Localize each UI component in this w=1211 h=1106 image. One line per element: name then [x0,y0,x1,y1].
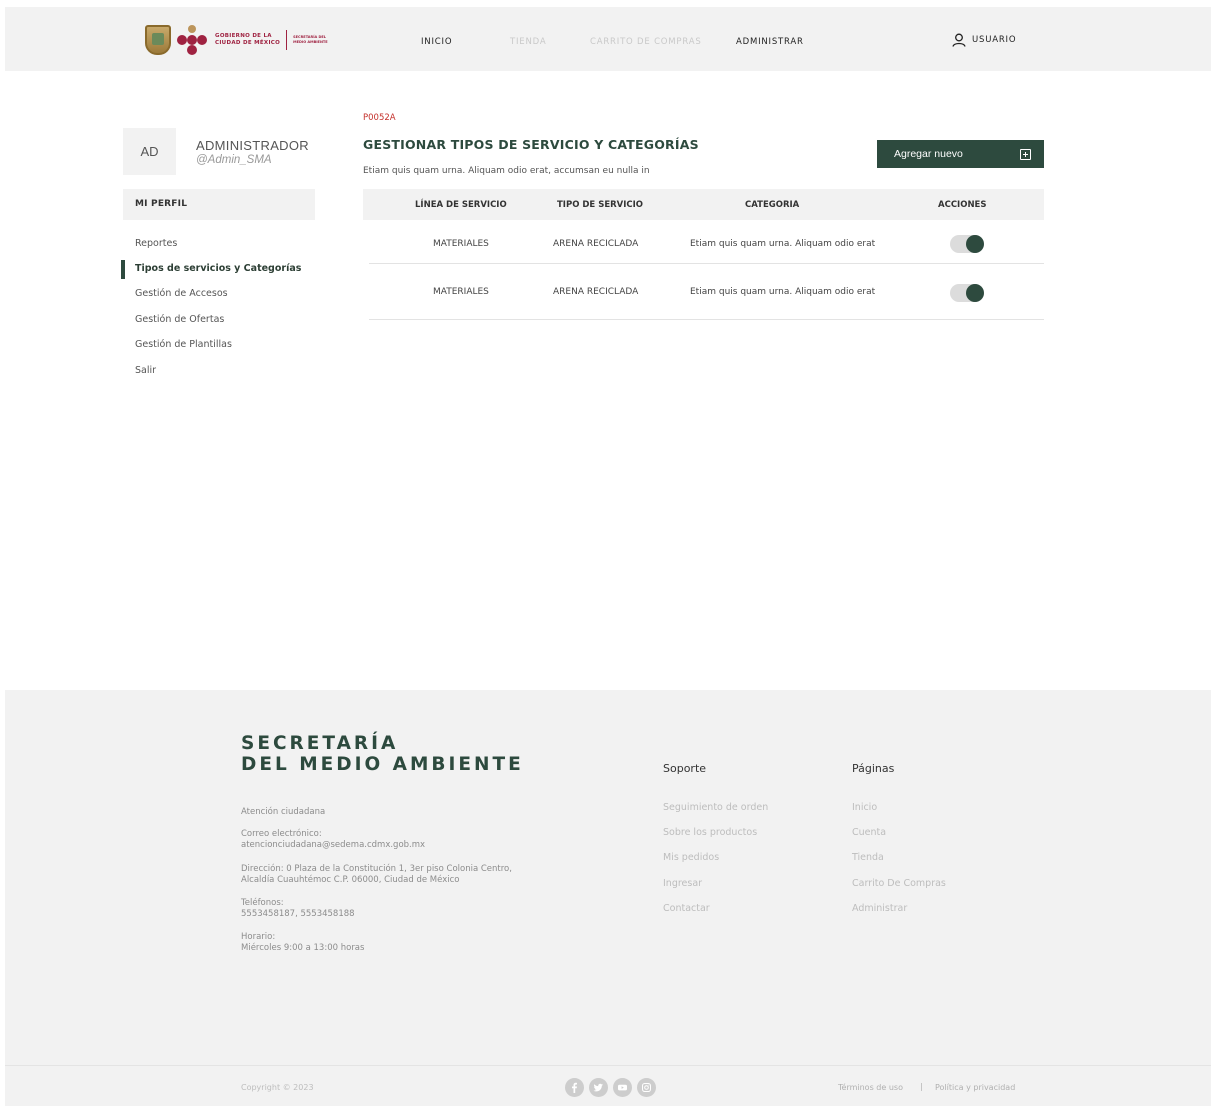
column-header-linea[interactable]: LÍNEA DE SERVICIO [415,200,507,210]
footer-email[interactable]: atencionciudadana@sedema.cdmx.gob.mx [241,840,425,850]
row-divider [369,263,1044,264]
government-logo[interactable]: GOBIERNO DE LA CIUDAD DE MÉXICO SECRETAR… [145,24,328,56]
nav-inicio[interactable]: INICIO [421,37,452,47]
page-title: GESTIONAR TIPOS DE SERVICIO Y CATEGORÍAS [363,137,699,152]
toggle-knob [966,284,984,302]
nav-carrito[interactable]: CARRITO DE COMPRAS [590,37,702,47]
avatar-initials: AD [140,144,159,159]
footer-link-inicio[interactable]: Inicio [852,802,877,813]
youtube-icon[interactable] [613,1078,632,1097]
footer-link-productos[interactable]: Sobre los productos [663,827,757,838]
logo-government-text: GOBIERNO DE LA CIUDAD DE MÉXICO [215,33,280,47]
footer-hours: Miércoles 9:00 a 13:00 horas [241,943,365,953]
coat-of-arms-icon [145,25,171,55]
toggle-knob [966,235,984,253]
table-header: LÍNEA DE SERVICIO TIPO DE SERVICIO CATEG… [363,189,1044,220]
cell-categoria: Etiam quis quam urna. Aliquam odio erat [690,239,876,249]
plus-square-icon [1020,149,1031,160]
column-header-categoria[interactable]: CATEGORIA [745,200,799,210]
legal-separator: | [920,1082,923,1091]
footer-link-contactar[interactable]: Contactar [663,903,710,914]
footer-support-title: Soporte [663,762,707,775]
footer-link-tienda[interactable]: Tienda [852,852,884,863]
column-header-acciones[interactable]: ACCIONES [938,200,987,210]
footer-link-ingresar[interactable]: Ingresar [663,878,702,889]
user-icon [952,33,966,47]
footer-title-line1: SECRETARÍA [241,733,399,754]
add-new-button[interactable]: Agregar nuevo [877,140,1044,168]
column-header-tipo[interactable]: TIPO DE SERVICIO [557,200,643,210]
privacy-link[interactable]: Política y privacidad [935,1083,1015,1092]
cell-linea: MATERIALES [433,287,489,297]
terms-link[interactable]: Términos de uso [838,1083,903,1092]
footer-email-label: Correo electrónico: [241,829,322,839]
add-new-label: Agregar nuevo [894,148,963,160]
sidebar-active-indicator [121,260,125,279]
footer-link-seguimiento[interactable]: Seguimiento de orden [663,802,768,813]
facebook-icon[interactable] [565,1078,584,1097]
twitter-icon[interactable] [589,1078,608,1097]
footer-attention: Atención ciudadana [241,807,326,817]
copyright: Copyright © 2023 [241,1083,314,1092]
page-subtitle: Etiam quis quam urna. Aliquam odio erat,… [363,166,650,176]
instagram-icon[interactable] [637,1078,656,1097]
profile-name: ADMINISTRADOR [196,138,309,153]
profile-handle: @Admin_SMA [196,154,272,166]
cell-categoria: Etiam quis quam urna. Aliquam odio erat [690,287,876,297]
footer-divider [5,1065,1211,1066]
avatar: AD [123,128,176,175]
nav-administrar[interactable]: ADMINISTRAR [736,37,804,47]
footer-phones-label: Teléfonos: [241,898,284,908]
sidebar-item-gestion-plantillas[interactable]: Gestión de Plantillas [135,339,232,350]
screen-code: P0052A [363,113,396,123]
sidebar-item-tipos-servicios[interactable]: Tipos de servicios y Categorías [135,263,301,274]
logo-secretaria-text: SECRETARÍA DEL MEDIO AMBIENTE [293,35,328,45]
cell-tipo: ARENA RECICLADA [553,239,639,249]
footer-phones: 5553458187, 5553458188 [241,909,355,919]
sidebar-item-gestion-ofertas[interactable]: Gestión de Ofertas [135,314,224,325]
footer [5,690,1211,1106]
sidebar-item-reportes[interactable]: Reportes [135,238,177,249]
logo-divider [286,30,288,50]
sidebar-section-title[interactable]: MI PERFIL [123,189,315,220]
user-label: USUARIO [972,35,1017,45]
cell-tipo: ARENA RECICLADA [553,287,639,297]
sidebar-item-salir[interactable]: Salir [135,365,156,376]
status-toggle[interactable] [950,284,984,302]
status-toggle[interactable] [950,235,984,253]
row-divider [369,319,1044,320]
footer-link-pedidos[interactable]: Mis pedidos [663,852,719,863]
logo-gov-line2: CIUDAD DE MÉXICO [215,40,281,46]
footer-link-cuenta[interactable]: Cuenta [852,827,886,838]
cdmx-logo-icon [177,25,209,55]
cell-linea: MATERIALES [433,239,489,249]
logo-gov-line1: GOBIERNO DE LA [215,33,272,39]
footer-address-line1: Dirección: 0 Plaza de la Constitución 1,… [241,864,512,874]
footer-pages-title: Páginas [852,762,895,775]
footer-link-carrito[interactable]: Carrito De Compras [852,878,946,889]
sidebar-item-gestion-accesos[interactable]: Gestión de Accesos [135,288,228,299]
nav-tienda[interactable]: TIENDA [510,37,546,47]
footer-title-line2: DEL MEDIO AMBIENTE [241,754,524,775]
logo-sec-line2: MEDIO AMBIENTE [293,40,328,44]
footer-hours-label: Horario: [241,932,276,942]
footer-address-line2: Alcaldía Cuauhtémoc C.P. 06000, Ciudad d… [241,875,460,885]
footer-link-administrar[interactable]: Administrar [852,903,907,914]
user-menu[interactable]: USUARIO [952,33,1016,47]
